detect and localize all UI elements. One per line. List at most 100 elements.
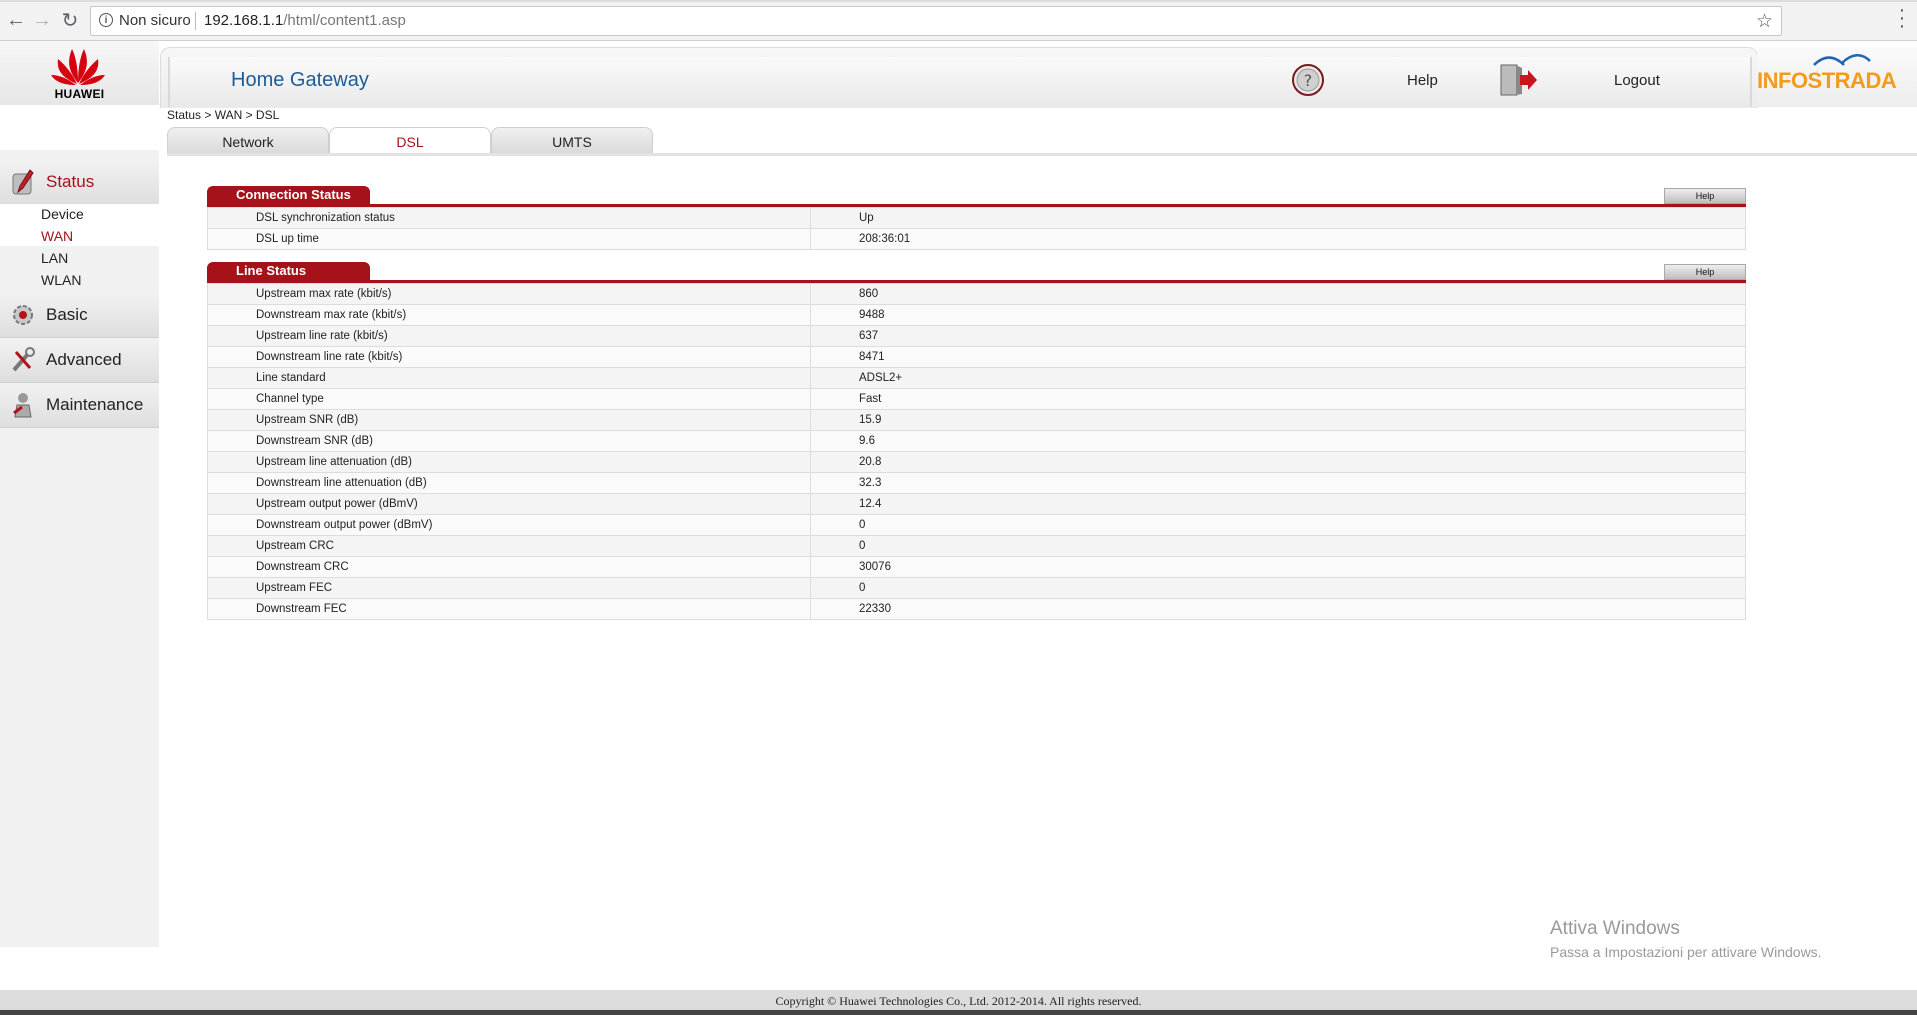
windows-activation-title: Attiva Windows — [1550, 918, 1680, 939]
tab-umts[interactable]: UMTS — [491, 127, 653, 154]
row-value: Up — [810, 207, 1746, 229]
sidebar-subitem-lan[interactable]: LAN — [41, 250, 68, 266]
taskbar-edge — [0, 1010, 1917, 1015]
table-row: Line standard ADSL2+ — [207, 367, 1746, 389]
table-row: Upstream SNR (dB) 15.9 — [207, 409, 1746, 431]
row-label: Upstream line rate (kbit/s) — [207, 325, 811, 347]
table-row: Upstream line attenuation (dB) 20.8 — [207, 451, 1746, 473]
logout-link[interactable]: Logout — [1614, 72, 1660, 89]
row-value: 9.6 — [810, 430, 1746, 452]
row-value: 208:36:01 — [810, 228, 1746, 250]
reload-icon[interactable]: ↻ — [58, 8, 82, 32]
row-label: Upstream CRC — [207, 535, 811, 557]
sidebar-item-label: Advanced — [46, 350, 122, 369]
browser-toolbar: ← → ↻ i Non sicuro 192.168.1.1/html/cont… — [0, 0, 1917, 41]
table-row: Upstream output power (dBmV) 12.4 — [207, 493, 1746, 515]
browser-menu-icon[interactable]: · · · — [1897, 0, 1907, 36]
row-value: 0 — [810, 577, 1746, 599]
row-label: Line standard — [207, 367, 811, 389]
row-value: 22330 — [810, 598, 1746, 620]
row-value: 15.9 — [810, 409, 1746, 431]
row-label: Upstream max rate (kbit/s) — [207, 283, 811, 305]
huawei-logo: HUAWEI — [0, 41, 159, 105]
forward-arrow-icon[interactable]: → — [30, 8, 54, 32]
row-label: Downstream SNR (dB) — [207, 430, 811, 452]
help-button[interactable]: Help — [1664, 188, 1746, 204]
sidebar-subitem-wan[interactable]: WAN — [41, 228, 73, 244]
table-row: Downstream SNR (dB) 9.6 — [207, 430, 1746, 452]
sidebar-item-status[interactable]: Status — [0, 160, 159, 205]
address-separator — [195, 12, 196, 30]
row-value: 30076 — [810, 556, 1746, 578]
row-label: Upstream SNR (dB) — [207, 409, 811, 431]
row-value: 12.4 — [810, 493, 1746, 515]
tab-underline — [167, 153, 1917, 156]
table-row: Upstream max rate (kbit/s) 860 — [207, 283, 1746, 305]
row-value: 0 — [810, 514, 1746, 536]
tab-network[interactable]: Network — [167, 127, 329, 154]
row-value: Fast — [810, 388, 1746, 410]
isp-name: INFOSTRADA — [1757, 68, 1897, 93]
table-row: Downstream max rate (kbit/s) 9488 — [207, 304, 1746, 326]
line-status-panel: Line Status Help Upstream max rate (kbit… — [207, 262, 1746, 620]
table-row: Downstream CRC 30076 — [207, 556, 1746, 578]
connection-status-table: DSL synchronization status Up DSL up time 2… — [207, 207, 1746, 250]
row-value: 32.3 — [810, 472, 1746, 494]
row-label: Downstream CRC — [207, 556, 811, 578]
url-text[interactable]: 192.168.1.1/html/content1.asp — [204, 12, 406, 29]
tab-strip-edge — [0, 0, 1917, 2]
back-arrow-icon[interactable]: ← — [4, 8, 28, 32]
sidebar-item-label: Basic — [46, 305, 88, 324]
gear-icon — [13, 305, 33, 325]
sidebar-item-basic[interactable]: Basic — [0, 293, 159, 338]
sidebar-subitem-wlan[interactable]: WLAN — [41, 272, 81, 288]
row-label: Downstream max rate (kbit/s) — [207, 304, 811, 326]
tab-dsl[interactable]: DSL — [329, 127, 491, 154]
svg-text:?: ? — [1304, 71, 1313, 90]
bookmark-star-icon[interactable]: ☆ — [1756, 10, 1773, 33]
infostrada-wave-icon — [1813, 54, 1871, 66]
row-label: Downstream line attenuation (dB) — [207, 472, 811, 494]
status-icon — [12, 169, 34, 195]
page-title: Home Gateway — [231, 69, 369, 91]
table-row: DSL up time 208:36:01 — [207, 228, 1746, 250]
sidebar-item-maintenance[interactable]: Maintenance — [0, 383, 159, 428]
table-row: Downstream line attenuation (dB) 32.3 — [207, 472, 1746, 494]
url-host: 192.168.1.1 — [204, 12, 284, 29]
row-label: Upstream output power (dBmV) — [207, 493, 811, 515]
row-label: DSL up time — [207, 228, 811, 250]
panel-title: Connection Status — [207, 186, 370, 204]
copyright-footer: Copyright © Huawei Technologies Co., Ltd… — [0, 990, 1917, 1010]
help-link[interactable]: Help — [1407, 72, 1438, 89]
help-button[interactable]: Help — [1664, 264, 1746, 280]
row-label: Downstream FEC — [207, 598, 811, 620]
infostrada-logo: INFOSTRADA — [1757, 47, 1917, 107]
sidebar-subitem-device[interactable]: Device — [41, 206, 84, 222]
line-status-table: Upstream max rate (kbit/s) 860 Downstream … — [207, 283, 1746, 620]
row-value: 860 — [810, 283, 1746, 305]
row-value: 8471 — [810, 346, 1746, 368]
row-value: 0 — [810, 535, 1746, 557]
windows-activation-text: Passa a Impostazioni per attivare Window… — [1550, 944, 1822, 960]
info-icon[interactable]: i — [99, 13, 113, 27]
panel-title: Line Status — [207, 262, 370, 280]
row-value: 9488 — [810, 304, 1746, 326]
table-row: Downstream line rate (kbit/s) 8471 — [207, 346, 1746, 368]
table-row: Downstream FEC 22330 — [207, 598, 1746, 620]
table-row: DSL synchronization status Up — [207, 207, 1746, 229]
url-path: /html/content1.asp — [283, 12, 406, 29]
table-row: Downstream output power (dBmV) 0 — [207, 514, 1746, 536]
table-row: Upstream line rate (kbit/s) 637 — [207, 325, 1746, 347]
row-value: ADSL2+ — [810, 367, 1746, 389]
wrench-person-icon — [13, 393, 32, 418]
row-label: Upstream line attenuation (dB) — [207, 451, 811, 473]
sidebar-item-advanced[interactable]: Advanced — [0, 338, 159, 383]
sidebar-item-label: Maintenance — [46, 395, 144, 414]
row-value: 20.8 — [810, 451, 1746, 473]
sidebar-item-label: Status — [46, 172, 95, 191]
address-bar[interactable]: i Non sicuro 192.168.1.1/html/content1.a… — [90, 6, 1782, 36]
logout-icon[interactable] — [1498, 63, 1538, 97]
tools-icon — [12, 347, 35, 372]
help-icon[interactable]: ? — [1291, 63, 1325, 97]
security-label[interactable]: Non sicuro — [119, 12, 191, 29]
